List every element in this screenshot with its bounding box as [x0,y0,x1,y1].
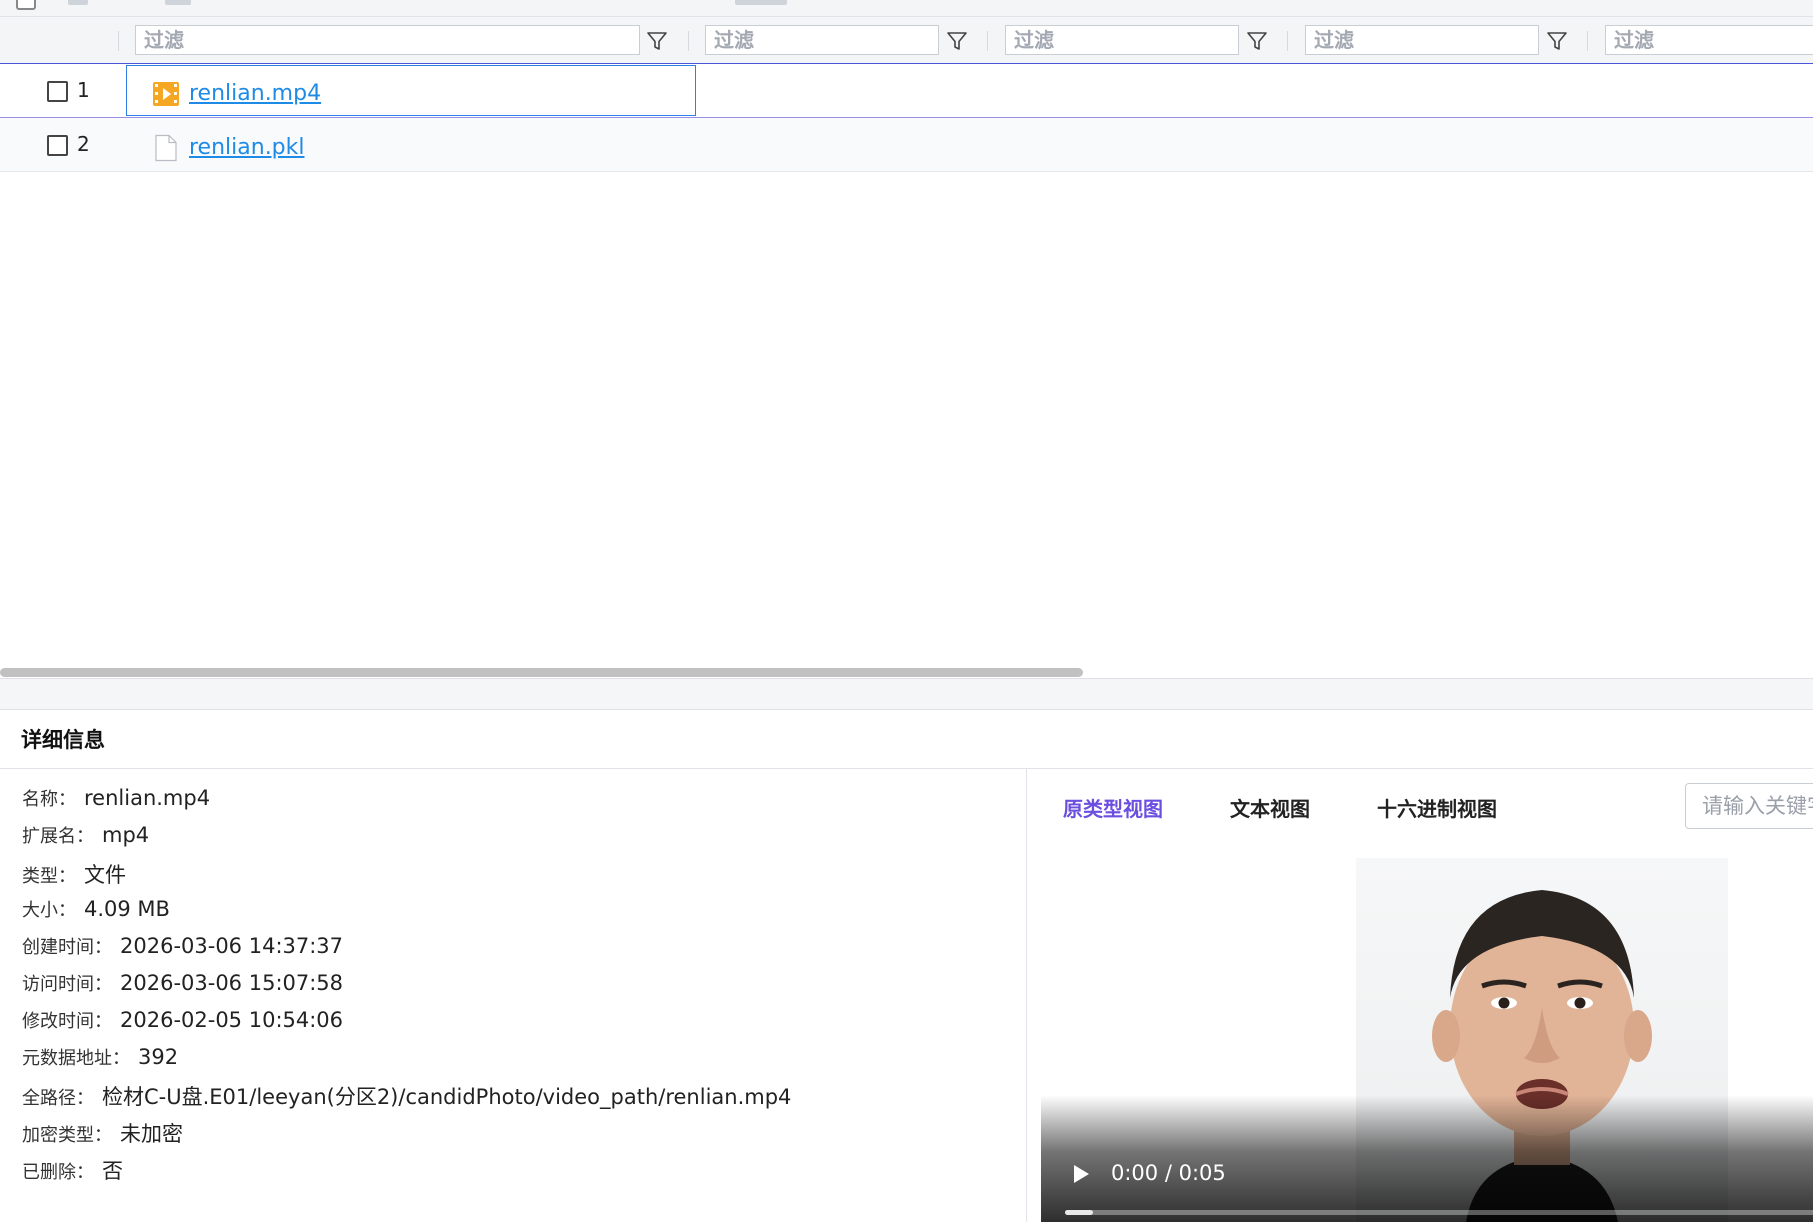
filter-box-2 [705,25,939,55]
column-separator [688,31,689,51]
filter-row [0,17,1813,64]
detail-field: 全路径： 检材C-U盘.E01/leeyan(分区2)/candidPhoto/v… [22,1081,791,1118]
field-value: 392 [138,1045,179,1069]
header-fragment [165,0,191,5]
divider [0,768,1813,769]
filter-box-5 [1605,25,1813,55]
detail-field: 类型： 文件 [22,859,791,896]
header-fragment [735,0,787,5]
generic-file-icon [155,134,177,162]
filter-box-1 [135,25,640,55]
detail-info-list: 名称： renlian.mp4 扩展名： mp4 类型： 文件 大小： 4.09 MB … [22,785,791,1192]
detail-field: 访问时间： 2026-03-06 15:07:58 [22,970,791,1007]
field-value: 2026-02-05 10:54:06 [120,1008,344,1032]
row-checkbox[interactable] [47,81,68,102]
panel-splitter[interactable] [0,678,1813,710]
detail-field: 元数据地址： 392 [22,1044,791,1081]
field-value: renlian.mp4 [84,786,211,810]
filter-input-4[interactable] [1306,26,1538,54]
video-progress-fill [1065,1210,1093,1215]
field-label: 访问时间： [22,974,112,995]
row-checkbox[interactable] [47,135,68,156]
horizontal-scrollbar-thumb[interactable] [0,668,1083,677]
file-link[interactable]: renlian.mp4 [189,81,321,106]
header-fragment [68,0,88,5]
field-label: 全路径： [22,1088,94,1109]
field-label: 修改时间： [22,1011,112,1032]
field-label: 创建时间： [22,937,112,958]
field-label: 扩展名： [22,826,94,847]
field-label: 加密类型： [22,1125,112,1146]
play-icon[interactable] [1070,1163,1092,1185]
filter-box-4 [1305,25,1539,55]
column-separator [1587,31,1588,51]
table-row[interactable]: 2 renlian.pkl [0,118,1813,172]
column-header-strip [0,0,1813,17]
field-label: 大小： [22,900,76,921]
video-progress-bar[interactable] [1065,1210,1813,1215]
file-link[interactable]: renlian.pkl [189,135,305,160]
filter-input-5[interactable] [1606,26,1813,54]
field-label: 元数据地址： [22,1048,130,1069]
detail-panel-title: 详细信息 [21,728,105,752]
filter-input-2[interactable] [706,26,938,54]
detail-field: 大小： 4.09 MB [22,896,791,933]
detail-field: 加密类型： 未加密 [22,1118,791,1155]
divider [1026,769,1027,1222]
detail-field: 修改时间： 2026-02-05 10:54:06 [22,1007,791,1044]
column-separator [1287,31,1288,51]
field-value: 2026-03-06 14:37:37 [120,934,344,958]
keyword-search-input[interactable] [1686,784,1813,828]
table-row[interactable]: 1 renlian.mp4 [0,64,1813,118]
field-label: 名称： [22,789,76,810]
field-value: 未加密 [120,1122,183,1146]
tab-text-view[interactable]: 文本视图 [1230,793,1310,822]
filter-funnel-icon[interactable] [645,29,669,53]
field-label: 已删除： [22,1162,94,1183]
tab-native-view[interactable]: 原类型视图 [1063,793,1163,822]
field-value: 4.09 MB [84,897,170,921]
filter-funnel-icon[interactable] [1245,29,1269,53]
column-separator [118,31,119,51]
row-index: 2 [77,132,90,156]
select-all-checkbox[interactable] [16,0,36,10]
field-value: mp4 [102,823,150,847]
field-value: 文件 [84,863,126,887]
keyword-search-box [1685,783,1813,829]
video-controls: 0:00 / 0:05 [1041,1095,1813,1222]
filter-input-3[interactable] [1006,26,1238,54]
row-index: 1 [77,78,90,102]
filter-funnel-icon[interactable] [1545,29,1569,53]
field-value: 检材C-U盘.E01/leeyan(分区2)/candidPhoto/video… [102,1085,792,1109]
field-value: 2026-03-06 15:07:58 [120,971,344,995]
field-value: 否 [102,1159,123,1183]
detail-field: 已删除： 否 [22,1155,791,1192]
filter-funnel-icon[interactable] [945,29,969,53]
tab-hex-view[interactable]: 十六进制视图 [1377,793,1497,822]
detail-field: 创建时间： 2026-03-06 14:37:37 [22,933,791,970]
video-player[interactable]: 0:00 / 0:05 [1041,858,1813,1222]
filter-box-3 [1005,25,1239,55]
video-file-icon [153,82,179,106]
video-time-display: 0:00 / 0:05 [1111,1161,1226,1185]
column-separator [987,31,988,51]
detail-field: 扩展名： mp4 [22,822,791,859]
detail-field: 名称： renlian.mp4 [22,785,791,822]
field-label: 类型： [22,866,76,887]
filter-input-1[interactable] [136,26,639,54]
